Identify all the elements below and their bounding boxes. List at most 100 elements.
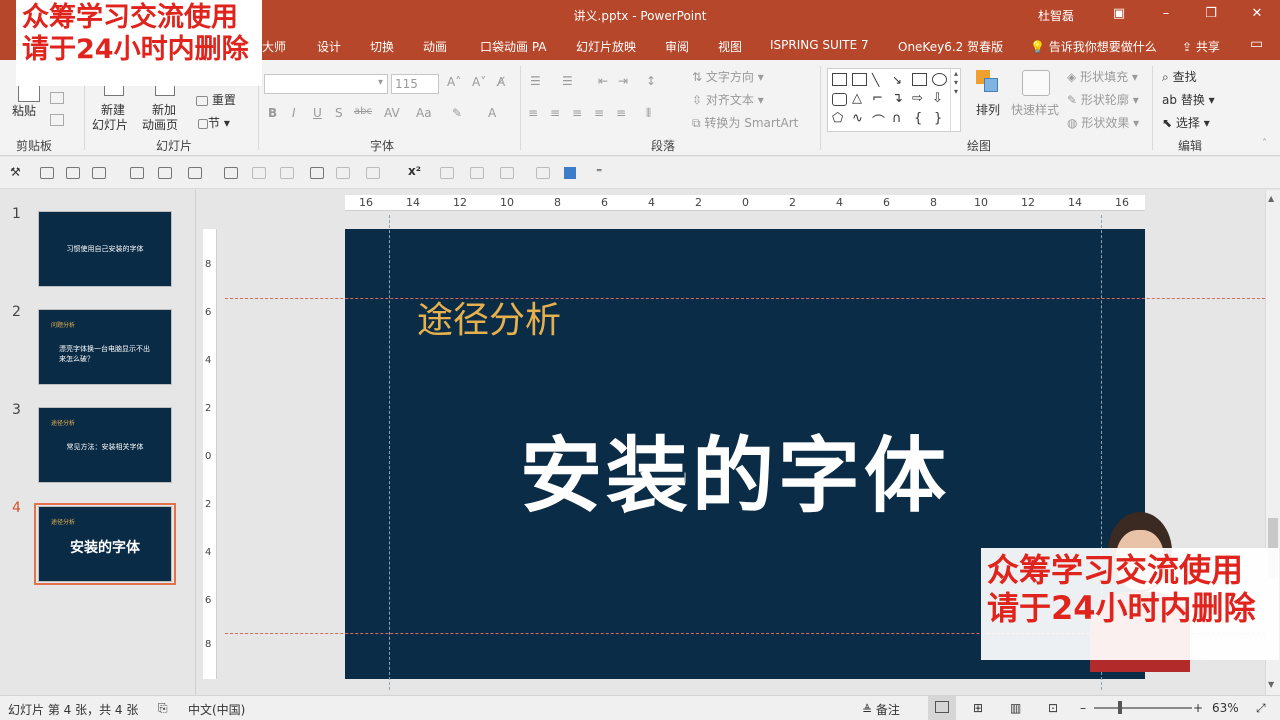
italic-button[interactable]: I: [292, 106, 296, 120]
shape-effects-button[interactable]: ◍ 形状效果 ▾: [1067, 114, 1139, 131]
down-arrow-shape-icon[interactable]: ⇩: [932, 91, 943, 106]
right-arrow-shape-icon[interactable]: ⇨: [912, 91, 923, 106]
fill-color-swatch-icon[interactable]: [564, 167, 576, 179]
convert-smartart-button[interactable]: ⧉ 转换为 SmartArt: [692, 114, 798, 131]
text-direction-button[interactable]: ⇅ 文字方向 ▾: [692, 68, 764, 85]
paste-button[interactable]: 粘贴: [12, 102, 36, 119]
font-color-icon[interactable]: A: [488, 106, 496, 120]
arc-shape-icon[interactable]: ⌒: [872, 111, 885, 130]
zoom-in-button[interactable]: +: [1193, 701, 1203, 715]
section-button[interactable]: 节 ▾: [198, 114, 230, 131]
spell-check-icon[interactable]: ⎘: [158, 701, 168, 716]
minimize-button[interactable]: –: [1155, 4, 1177, 24]
toolbar-icon[interactable]: [500, 167, 514, 179]
quick-styles-icon[interactable]: [1022, 70, 1050, 96]
slide-sorter-icon[interactable]: ⊞: [973, 701, 983, 715]
shape-outline-button[interactable]: ✎ 形状轮廓 ▾: [1067, 91, 1139, 108]
change-case-icon[interactable]: Aa: [416, 106, 432, 120]
tab-design[interactable]: 设计: [317, 38, 341, 55]
triangle-shape-icon[interactable]: △: [852, 91, 862, 106]
strikethrough-button[interactable]: abc: [354, 106, 372, 117]
numbering-icon[interactable]: ☰: [562, 74, 573, 88]
right-brace-icon[interactable]: }: [934, 111, 942, 126]
restore-button[interactable]: ❐: [1200, 4, 1222, 24]
slide-thumbnail-2[interactable]: 问题分析 漂亮字体换一台电脑显示不出来怎么破？: [38, 309, 172, 385]
clear-format-icon[interactable]: A̸: [497, 75, 505, 89]
user-name[interactable]: 杜智磊: [1038, 7, 1074, 24]
arrange-icon[interactable]: [976, 70, 1002, 96]
shape-fill-button[interactable]: ◈ 形状填充 ▾: [1067, 68, 1138, 85]
toolbar-icon[interactable]: [92, 167, 106, 179]
distribute-icon[interactable]: ≡: [616, 106, 626, 120]
toolbar-more-icon[interactable]: ⁼: [596, 165, 602, 179]
rounded-rect-icon[interactable]: [832, 93, 847, 106]
elbow-arrow-icon[interactable]: ↴: [892, 91, 903, 106]
tab-pocket-animation[interactable]: 口袋动画 PA: [480, 38, 547, 55]
decrease-font-icon[interactable]: A˅: [472, 75, 486, 89]
slide-thumbnail-4[interactable]: 途径分析 安装的字体: [38, 506, 172, 582]
scroll-down-icon[interactable]: ▼: [1268, 680, 1274, 689]
quick-styles-button[interactable]: 快速样式: [1011, 101, 1059, 118]
slide-thumbnail-3[interactable]: 途径分析 常见方法：安装相关字体: [38, 407, 172, 483]
fit-to-window-icon[interactable]: ⤢: [1256, 701, 1266, 716]
toolbar-icon[interactable]: [336, 167, 350, 179]
elbow-connector-icon[interactable]: ⌐: [872, 91, 883, 106]
toolbar-tool-icon[interactable]: ⚒: [10, 165, 21, 179]
comments-icon[interactable]: ▭: [1250, 36, 1263, 52]
align-right-icon[interactable]: ≡: [572, 106, 582, 120]
reading-view-icon[interactable]: ▥: [1010, 701, 1021, 715]
superscript-icon[interactable]: x²: [408, 164, 421, 178]
zoom-slider-thumb[interactable]: [1118, 701, 1122, 714]
select-button[interactable]: ⬉ 选择 ▾: [1162, 114, 1210, 131]
freeform-shape-icon[interactable]: ∩: [892, 111, 902, 126]
arrange-button[interactable]: 排列: [976, 101, 1000, 118]
toolbar-icon[interactable]: [310, 167, 324, 179]
horizontal-ruler[interactable]: 16 14 12 10 8 6 4 2 0 2 4 6 8 10 12 14 1…: [345, 195, 1145, 211]
gallery-scroll[interactable]: ▴ ▾ ▾: [950, 69, 961, 131]
format-painter-icon[interactable]: [50, 114, 64, 126]
font-name-dropdown[interactable]: ▾: [264, 74, 388, 94]
tab-animations[interactable]: 动画: [423, 38, 447, 55]
tell-me-search[interactable]: 💡 告诉我你想要做什么: [1030, 38, 1157, 55]
toolbar-icon[interactable]: [366, 167, 380, 179]
replace-button[interactable]: ab 替换 ▾: [1162, 91, 1215, 108]
line-spacing-icon[interactable]: ↕: [646, 74, 656, 88]
vertical-ruler[interactable]: 8 6 4 2 0 2 4 6 8: [203, 229, 217, 679]
toolbar-icon[interactable]: [224, 167, 238, 179]
toolbar-icon[interactable]: [470, 167, 484, 179]
zoom-slider[interactable]: [1094, 707, 1192, 709]
shadow-button[interactable]: S: [335, 106, 343, 120]
horizontal-guide[interactable]: [225, 298, 1265, 299]
close-button[interactable]: ✕: [1246, 4, 1268, 24]
tab-view[interactable]: 视图: [718, 38, 742, 55]
collapse-ribbon-icon[interactable]: ˄: [1262, 138, 1267, 149]
notes-button[interactable]: ≜ 备注: [862, 701, 900, 718]
tab-transitions[interactable]: 切换: [370, 38, 394, 55]
increase-indent-icon[interactable]: ⇥: [618, 74, 628, 88]
toolbar-icon[interactable]: [188, 167, 202, 179]
zoom-out-button[interactable]: –: [1080, 701, 1086, 715]
toolbar-icon[interactable]: [440, 167, 454, 179]
font-size-dropdown[interactable]: 115: [391, 74, 439, 94]
toolbar-icon[interactable]: [40, 167, 54, 179]
tab-slideshow[interactable]: 幻灯片放映: [576, 38, 636, 55]
language-indicator[interactable]: 中文(中国): [188, 701, 245, 718]
tab-master[interactable]: 大师: [262, 38, 286, 55]
toolbar-icon[interactable]: [280, 167, 294, 179]
scroll-up-icon[interactable]: ▲: [1268, 194, 1274, 203]
new-animation-label-2[interactable]: 动画页: [142, 116, 178, 133]
new-slide-label-2[interactable]: 幻灯片: [92, 116, 128, 133]
reset-button[interactable]: 重置: [196, 91, 236, 108]
columns-icon[interactable]: ⫴: [646, 106, 651, 121]
justify-icon[interactable]: ≡: [594, 106, 604, 120]
toolbar-icon[interactable]: [536, 167, 550, 179]
align-center-icon[interactable]: ≡: [550, 106, 560, 120]
toolbar-icon[interactable]: [130, 167, 144, 179]
normal-view-button[interactable]: [928, 696, 956, 720]
bold-button[interactable]: B: [268, 106, 277, 120]
bullets-icon[interactable]: ☰: [530, 74, 541, 88]
slide-thumbnail-1[interactable]: 习惯使用自己安装的字体: [38, 211, 172, 287]
decrease-indent-icon[interactable]: ⇤: [598, 74, 608, 88]
tab-review[interactable]: 审阅: [665, 38, 689, 55]
toolbar-icon[interactable]: [252, 167, 266, 179]
